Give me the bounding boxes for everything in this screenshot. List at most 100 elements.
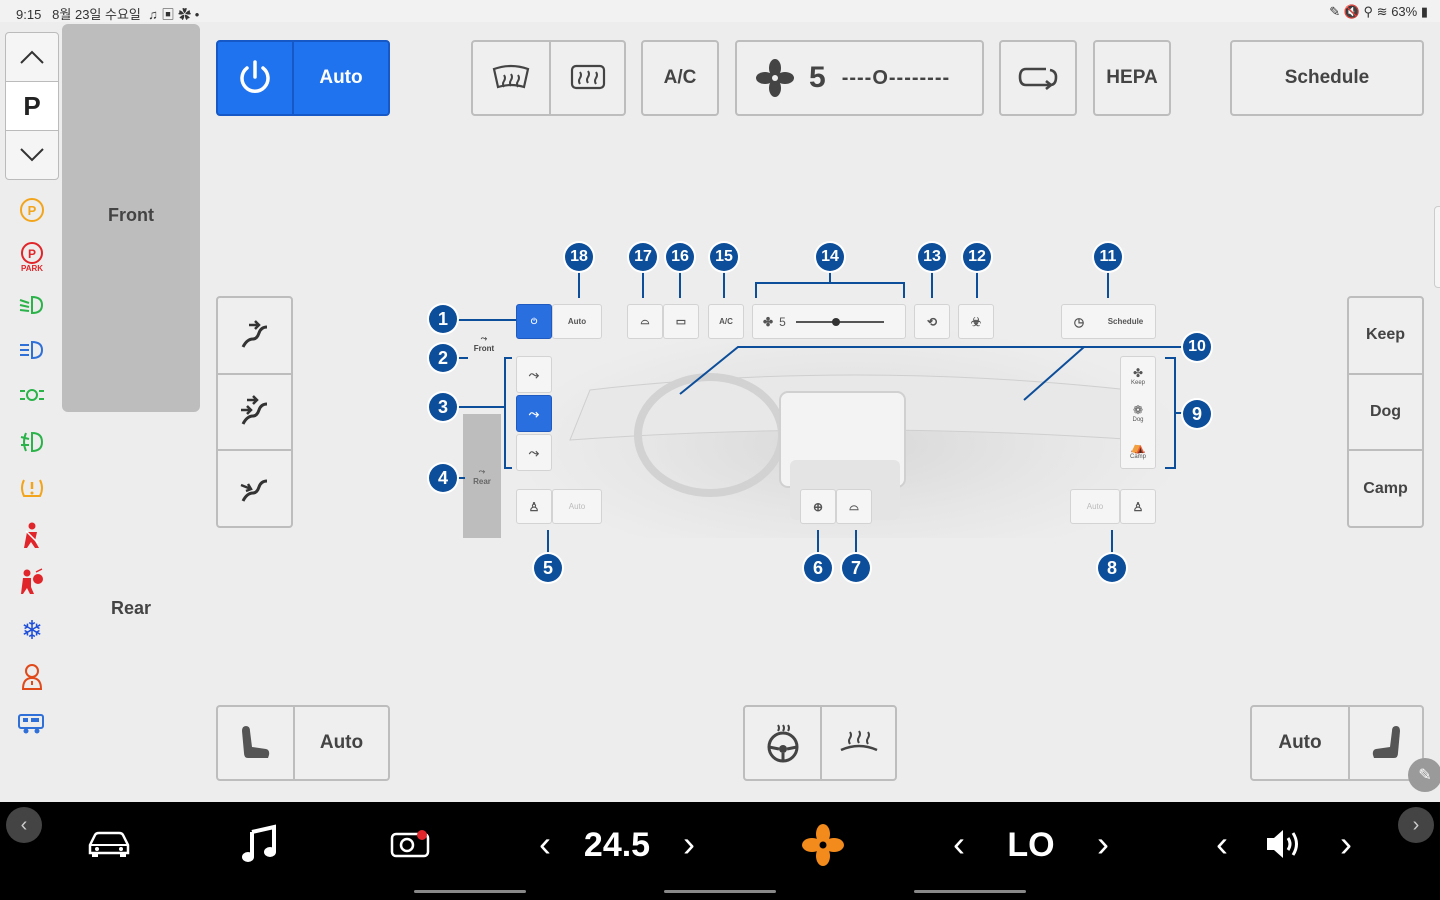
battery-icon: ▮ (1420, 4, 1428, 19)
keep-mode-button[interactable]: Keep (1349, 298, 1422, 373)
recirculation-button[interactable] (999, 40, 1077, 116)
driver-seat-group: Auto (216, 705, 390, 781)
car-button[interactable] (84, 824, 134, 864)
callout-badge-17: 17 (629, 243, 657, 271)
pencil-icon: ✎ (1418, 767, 1432, 784)
passenger-seat-auto-button[interactable]: Auto (1252, 707, 1348, 779)
system-icons: ✎ 🔇 ⚲ ≋ (1329, 4, 1392, 19)
car-icon (88, 831, 130, 857)
wiper-heat-button[interactable] (820, 707, 895, 779)
status-time: 9:15 (16, 7, 42, 22)
gear-current[interactable]: P (6, 81, 58, 131)
volume-indicator (1262, 824, 1306, 864)
callout-badge-5: 5 (534, 554, 562, 582)
driver-seat-auto-button[interactable]: Auto (293, 707, 388, 779)
chevron-down-icon (20, 148, 44, 162)
rear-defrost-icon (570, 64, 605, 90)
driver-temperature: 24.5 (583, 825, 651, 864)
fog-light-icon (17, 380, 47, 410)
vent-feet-button[interactable] (218, 449, 291, 526)
volume-up-button[interactable]: › (1331, 823, 1361, 864)
callout-badge-8: 8 (1098, 554, 1126, 582)
bottom-navigation-bar: ‹ › ‹ 24.5 › ‹ LO › ‹ › (0, 802, 1440, 900)
callout-badge-1: 1 (429, 305, 457, 333)
svg-text:P: P (28, 247, 36, 261)
chevron-right-icon: › (1340, 823, 1352, 864)
callout-badge-2: 2 (429, 344, 457, 372)
camper-icon (17, 708, 47, 738)
music-button[interactable] (236, 822, 282, 866)
ac-button[interactable]: A/C (641, 40, 719, 116)
page-indicator-2 (664, 890, 776, 893)
rear-zone-button[interactable]: Rear (62, 598, 200, 619)
gear-down-button[interactable] (6, 131, 58, 179)
camp-mode-button[interactable]: Camp (1349, 449, 1422, 526)
svg-text:P: P (28, 203, 37, 218)
rear-defrost-button[interactable] (549, 42, 624, 114)
climate-mode-group: Keep Dog Camp (1347, 296, 1424, 528)
chevron-left-icon: ‹ (1216, 823, 1228, 864)
driver-seat-heat-button[interactable] (218, 707, 293, 779)
passenger-temp-down-button[interactable]: ‹ (944, 823, 974, 864)
steering-heat-button[interactable] (745, 707, 820, 779)
dashcam-button[interactable] (386, 824, 434, 864)
snowflake-icon: ❄ (21, 614, 43, 645)
fan-icon (802, 824, 844, 866)
passenger-seat-group: Auto (1250, 705, 1424, 781)
edit-fab[interactable]: ✎ (1408, 758, 1440, 792)
vent-face-button[interactable] (218, 298, 291, 373)
page-indicator-3 (914, 890, 1026, 893)
chevron-right-icon: › (1097, 823, 1109, 864)
notification-icons: ♫ ▣ ✿ • (148, 7, 200, 22)
status-left: 9:15 8월 23일 수요일 ♫ ▣ ✿ • (16, 4, 199, 23)
front-defrost-icon (492, 64, 530, 89)
status-date: 8월 23일 수요일 (52, 7, 141, 22)
schedule-button[interactable]: Schedule (1230, 40, 1424, 116)
callout-badge-13: 13 (918, 243, 946, 271)
chevron-right-icon: › (1412, 813, 1420, 836)
seatbelt-icon (17, 520, 47, 550)
callout-badge-3: 3 (429, 393, 457, 421)
park-label: PARK (20, 263, 44, 273)
wiper-defrost-icon (839, 730, 878, 752)
passenger-temp-up-button[interactable]: › (1088, 823, 1118, 864)
tire-pressure-icon (17, 473, 47, 503)
steering-wheel-heat-icon (767, 724, 798, 763)
volume-down-button[interactable]: ‹ (1207, 823, 1237, 864)
fan-speed-slider[interactable]: ----O-------- (842, 67, 950, 90)
fan-icon (756, 59, 794, 97)
status-bar: 9:15 8월 23일 수요일 ♫ ▣ ✿ • ✎ 🔇 ⚲ ≋ 63% ▮ (0, 0, 1440, 22)
driver-alert-icon (17, 662, 47, 692)
callout-badge-9: 9 (1183, 400, 1211, 428)
hepa-button[interactable]: HEPA (1093, 40, 1171, 116)
chevron-up-icon (20, 50, 44, 64)
chevron-left-icon: ‹ (539, 823, 551, 864)
front-fog-icon (17, 427, 47, 457)
fan-speed-control[interactable]: 5 ----O-------- (735, 40, 984, 116)
speaker-icon (1267, 830, 1298, 858)
recirculate-icon (1018, 67, 1058, 91)
airbag-icon (17, 566, 47, 596)
gear-up-button[interactable] (6, 33, 58, 81)
dog-mode-button[interactable]: Dog (1349, 372, 1422, 450)
driver-temp-up-button[interactable]: › (674, 823, 704, 864)
nav-forward-button[interactable]: › (1398, 807, 1434, 843)
camera-record-icon (390, 830, 430, 858)
vent-face-feet-button[interactable] (218, 372, 291, 450)
chevron-left-icon: ‹ (953, 823, 965, 864)
auto-button[interactable]: Auto (292, 42, 388, 114)
power-button[interactable] (218, 42, 292, 114)
front-defrost-button[interactable] (473, 42, 549, 114)
callout-badge-18: 18 (565, 243, 593, 271)
parking-brake-icon: P (17, 195, 47, 225)
side-drawer-handle[interactable] (1434, 206, 1440, 288)
nav-back-button[interactable]: ‹ (6, 807, 42, 843)
driver-temp-down-button[interactable]: ‹ (530, 823, 560, 864)
front-zone-button[interactable]: Front (62, 24, 200, 412)
passenger-temperature: LO (1007, 825, 1055, 864)
callout-badge-14: 14 (816, 243, 844, 271)
climate-fan-button[interactable] (800, 822, 846, 868)
low-beam-icon (17, 290, 47, 320)
callout-badge-6: 6 (804, 554, 832, 582)
battery-level: 63% (1391, 4, 1418, 19)
